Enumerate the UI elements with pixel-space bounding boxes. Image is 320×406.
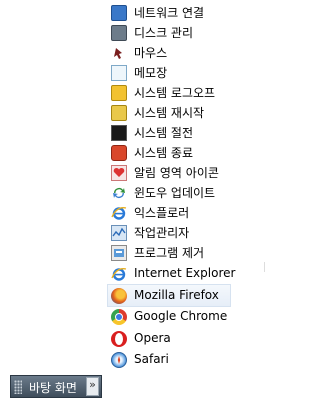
menu-item-label: 디스크 관리: [134, 26, 194, 40]
menu-item-mozilla-firefox[interactable]: Mozilla Firefox: [107, 283, 231, 307]
desktop-toolbar-button[interactable]: 바탕 화면 »: [10, 375, 102, 398]
menu-item-task-manager[interactable]: 작업관리자: [108, 223, 278, 243]
context-menu: 네트워크 연결 디스크 관리 마우스 메모장 시스템 로그오프 시스템 재시작 …: [107, 3, 278, 371]
menu-item-label: 윈도우 업데이트: [134, 186, 216, 200]
firefox-icon: [111, 287, 127, 304]
menu-item-label: Mozilla Firefox: [134, 287, 219, 302]
menu-item-uninstall-programs[interactable]: 프로그램 제거: [108, 243, 278, 263]
internet-explorer-icon: [111, 205, 127, 221]
key-icon: [111, 85, 127, 101]
notepad-icon: [111, 65, 127, 81]
menu-item-mouse[interactable]: 마우스: [108, 43, 278, 63]
menu-item-restart[interactable]: 시스템 재시작: [108, 103, 278, 123]
menu-item-label: 익스플로러: [134, 206, 190, 220]
menu-item-label: Safari: [134, 352, 169, 366]
menu-item-windows-update[interactable]: 윈도우 업데이트: [108, 183, 278, 203]
menu-item-label: 알림 영역 아이콘: [134, 166, 219, 180]
desktop-toolbar-label: 바탕 화면: [29, 381, 77, 395]
menu-item-disk-management[interactable]: 디스크 관리: [108, 23, 278, 43]
menu-item-label: 시스템 로그오프: [134, 86, 216, 100]
notification-icon: [111, 165, 127, 181]
menu-item-label: Opera: [134, 330, 171, 345]
safari-icon: [111, 352, 127, 368]
internet-explorer-icon: [111, 266, 127, 282]
opera-icon: [111, 330, 127, 347]
menu-item-label: 작업관리자: [134, 226, 190, 240]
menu-item-label: 메모장: [134, 66, 168, 80]
menu-item-safari[interactable]: Safari: [108, 349, 278, 371]
menu-item-notification-icons[interactable]: 알림 영역 아이콘: [108, 163, 278, 183]
network-icon: [111, 5, 127, 21]
power-icon: [111, 145, 127, 161]
programs-icon: [111, 245, 127, 261]
terminal-icon: [111, 125, 127, 141]
menu-item-label: 프로그램 제거: [134, 246, 205, 260]
menu-item-internet-explorer[interactable]: Internet Explorer: [108, 263, 278, 285]
menu-item-logoff[interactable]: 시스템 로그오프: [108, 83, 278, 103]
chevron-expand-button[interactable]: »: [86, 377, 99, 396]
menu-item-google-chrome[interactable]: Google Chrome: [108, 306, 278, 328]
disk-icon: [111, 25, 127, 41]
menu-item-sleep[interactable]: 시스템 절전: [108, 123, 278, 143]
grip-handle[interactable]: [14, 380, 22, 394]
menu-item-label: 마우스: [134, 46, 168, 60]
divider: [264, 262, 265, 272]
chrome-icon: [111, 309, 127, 325]
menu-item-shutdown[interactable]: 시스템 종료: [108, 143, 278, 163]
windows-update-icon: [111, 185, 127, 201]
menu-item-explorer-kr[interactable]: 익스플로러: [108, 203, 278, 223]
menu-item-label: Internet Explorer: [134, 266, 236, 280]
menu-item-notepad[interactable]: 메모장: [108, 63, 278, 83]
restart-key-icon: [111, 105, 127, 121]
menu-item-opera[interactable]: Opera: [108, 328, 278, 350]
menu-item-label: 시스템 절전: [134, 126, 194, 140]
menu-item-label: 시스템 재시작: [134, 106, 205, 120]
task-manager-icon: [111, 225, 127, 241]
menu-item-label: 시스템 종료: [134, 146, 194, 160]
menu-item-label: Google Chrome: [134, 309, 228, 323]
menu-item-label: 네트워크 연결: [134, 6, 205, 20]
menu-item-network-connections[interactable]: 네트워크 연결: [108, 3, 278, 23]
mouse-icon: [111, 45, 127, 61]
